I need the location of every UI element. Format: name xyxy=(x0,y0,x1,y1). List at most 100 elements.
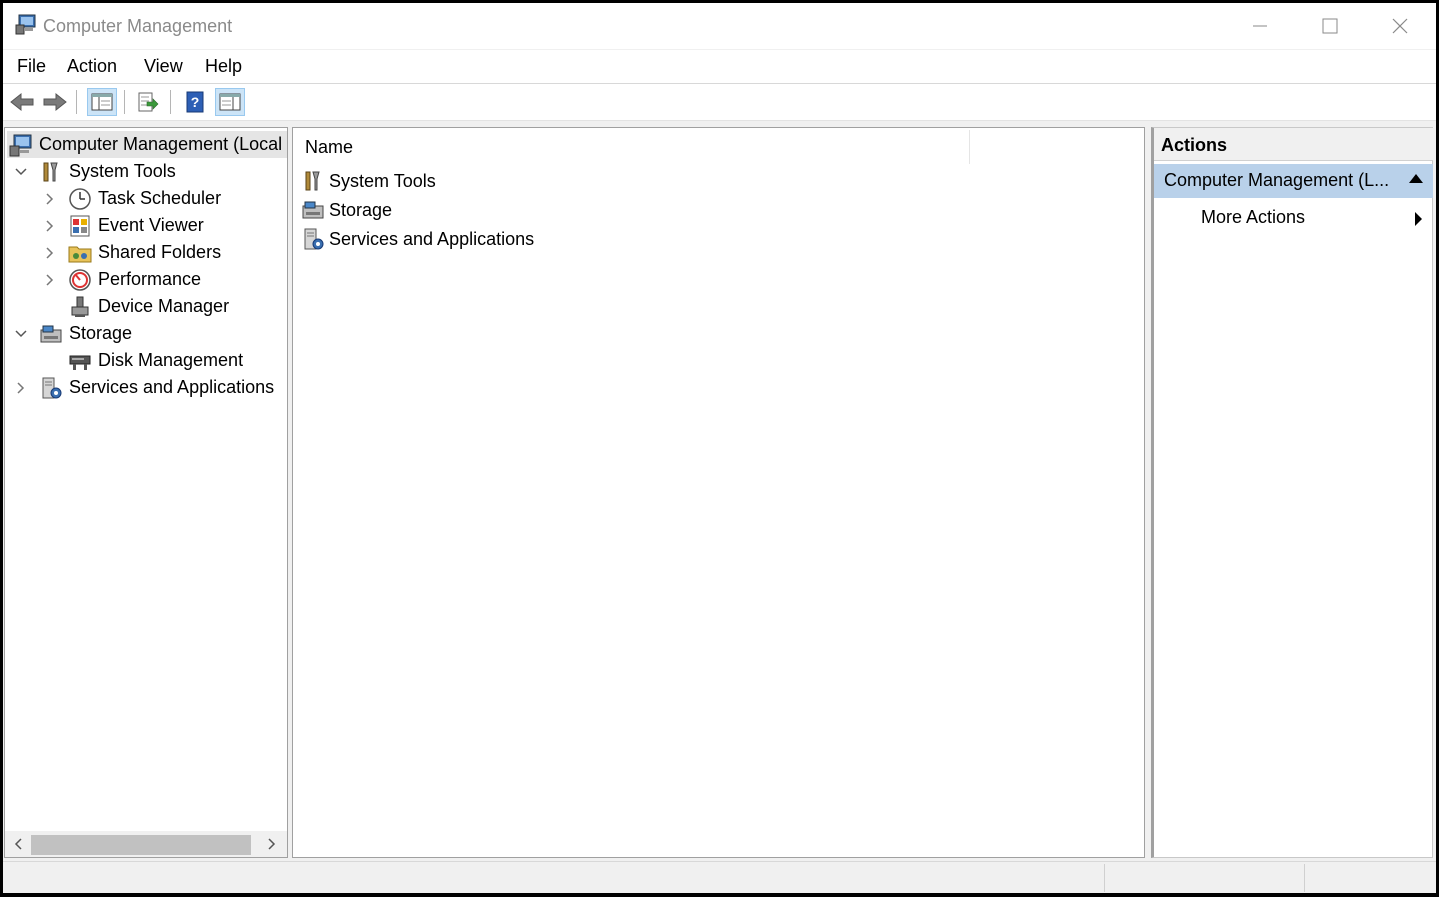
column-divider[interactable] xyxy=(969,130,970,164)
column-header-name[interactable]: Name xyxy=(305,137,353,158)
svg-text:?: ? xyxy=(191,94,200,110)
scrollbar-thumb[interactable] xyxy=(31,835,251,855)
services-and-applications-icon xyxy=(304,228,324,250)
computer-management-icon xyxy=(9,134,32,156)
export-list-icon xyxy=(138,92,159,112)
show-hide-console-tree-icon xyxy=(91,93,113,111)
chevron-right-icon[interactable] xyxy=(40,216,60,236)
show-hide-action-pane-button[interactable] xyxy=(215,88,245,116)
list-item-label: Services and Applications xyxy=(329,228,535,249)
tree-item-label: Storage xyxy=(69,323,133,343)
storage-icon xyxy=(302,201,324,219)
scroll-right-button[interactable] xyxy=(261,831,283,857)
toolbar-separator xyxy=(76,90,77,114)
scroll-left-button[interactable] xyxy=(7,831,29,857)
chevron-right-icon[interactable] xyxy=(40,189,60,209)
chevron-right-icon xyxy=(268,838,276,850)
performance-gauge-icon xyxy=(69,268,91,291)
collapse-arrow-icon[interactable] xyxy=(1409,174,1423,183)
window-title: Computer Management xyxy=(43,16,233,36)
tree-item-label: Task Scheduler xyxy=(98,188,222,208)
title-bar: Computer Management xyxy=(3,3,1436,49)
maximize-button[interactable] xyxy=(1295,3,1365,49)
tree-item-disk-management[interactable]: Disk Management xyxy=(60,347,243,374)
close-icon xyxy=(1392,18,1408,34)
status-bar xyxy=(3,861,1436,893)
tree-item-label: Device Manager xyxy=(98,296,230,316)
storage-icon xyxy=(40,325,62,342)
status-bar-divider xyxy=(1104,864,1105,892)
tree-root-computer-management[interactable]: Computer Management (Local xyxy=(7,131,287,158)
clock-icon xyxy=(69,187,91,210)
list-item-label: System Tools xyxy=(329,170,436,191)
chevron-right-icon[interactable] xyxy=(40,270,60,290)
tree-item-task-scheduler[interactable]: Task Scheduler xyxy=(40,185,221,212)
status-bar-divider xyxy=(1304,864,1305,892)
actions-group-label: Computer Management (L... xyxy=(1164,170,1390,190)
toolbar-separator xyxy=(124,90,125,114)
forward-arrow-icon xyxy=(43,92,67,112)
system-tools-icon xyxy=(305,171,320,191)
content-pane: Name System Tools Storage Services and A… xyxy=(292,127,1145,858)
tree-item-shared-folders[interactable]: Shared Folders xyxy=(40,239,221,266)
tree-item-performance[interactable]: Performance xyxy=(40,266,201,293)
toolbar: ? xyxy=(3,84,1436,121)
actions-group-computer-management[interactable]: Computer Management (L... xyxy=(1154,164,1433,198)
menu-help[interactable]: Help xyxy=(205,56,242,77)
computer-management-window: Computer Management File Action View Hel… xyxy=(3,3,1436,893)
actions-pane: Actions Computer Management (L... More A… xyxy=(1151,127,1433,858)
tree-item-label: Event Viewer xyxy=(98,215,204,235)
help-button[interactable]: ? xyxy=(180,88,210,116)
back-arrow-icon xyxy=(10,92,34,112)
forward-button[interactable] xyxy=(40,88,70,116)
submenu-arrow-icon[interactable] xyxy=(1415,212,1422,226)
menu-file[interactable]: File xyxy=(17,56,46,77)
actions-title: Actions xyxy=(1161,135,1228,155)
disk-management-icon xyxy=(69,355,91,370)
close-button[interactable] xyxy=(1365,3,1435,49)
list-item-label: Storage xyxy=(329,199,393,220)
export-list-button[interactable] xyxy=(133,88,163,116)
tree-item-services-and-applications[interactable]: Services and Applications xyxy=(11,374,274,401)
actions-header: Actions xyxy=(1154,128,1433,161)
tree-item-label: Services and Applications xyxy=(69,377,275,397)
minimize-button[interactable] xyxy=(1225,3,1295,49)
tree-item-label: Disk Management xyxy=(98,350,244,370)
more-actions-item[interactable]: More Actions xyxy=(1201,207,1305,228)
list-item-storage[interactable]: Storage xyxy=(301,196,392,224)
shared-folder-icon xyxy=(68,246,92,262)
tree-item-label: System Tools xyxy=(69,161,176,181)
help-icon: ? xyxy=(186,91,204,113)
show-hide-console-tree-button[interactable] xyxy=(87,88,117,116)
column-header: Name xyxy=(293,128,1144,164)
device-manager-icon xyxy=(71,296,89,317)
show-hide-action-pane-icon xyxy=(219,93,241,111)
tree-root-label: Computer Management (Local xyxy=(39,134,283,154)
chevron-left-icon xyxy=(14,838,22,850)
menu-bar: File Action View Help xyxy=(3,50,1436,84)
back-button[interactable] xyxy=(7,88,37,116)
tree-item-label: Shared Folders xyxy=(98,242,222,262)
services-and-applications-icon xyxy=(42,377,62,398)
tree-item-storage[interactable]: Storage xyxy=(11,320,132,347)
tree-horizontal-scrollbar[interactable] xyxy=(5,831,287,857)
chevron-right-icon[interactable] xyxy=(40,243,60,263)
minimize-icon xyxy=(1253,25,1267,27)
maximize-icon xyxy=(1322,18,1338,34)
event-viewer-icon xyxy=(70,215,90,236)
system-tools-icon xyxy=(43,162,58,181)
list-item-services-and-applications[interactable]: Services and Applications xyxy=(301,225,534,253)
tree-item-label: Performance xyxy=(98,269,202,289)
tree-item-event-viewer[interactable]: Event Viewer xyxy=(40,212,204,239)
chevron-down-icon[interactable] xyxy=(11,162,31,182)
menu-view[interactable]: View xyxy=(144,56,183,77)
menu-action[interactable]: Action xyxy=(67,56,117,77)
chevron-right-icon[interactable] xyxy=(11,378,31,398)
console-tree: Computer Management (Local System Tools xyxy=(4,127,288,858)
list-item-system-tools[interactable]: System Tools xyxy=(301,167,436,195)
chevron-down-icon[interactable] xyxy=(11,324,31,344)
tree-item-system-tools[interactable]: System Tools xyxy=(11,158,176,185)
toolbar-separator xyxy=(170,90,171,114)
tree-item-device-manager[interactable]: Device Manager xyxy=(60,293,229,320)
computer-management-icon xyxy=(15,14,36,35)
